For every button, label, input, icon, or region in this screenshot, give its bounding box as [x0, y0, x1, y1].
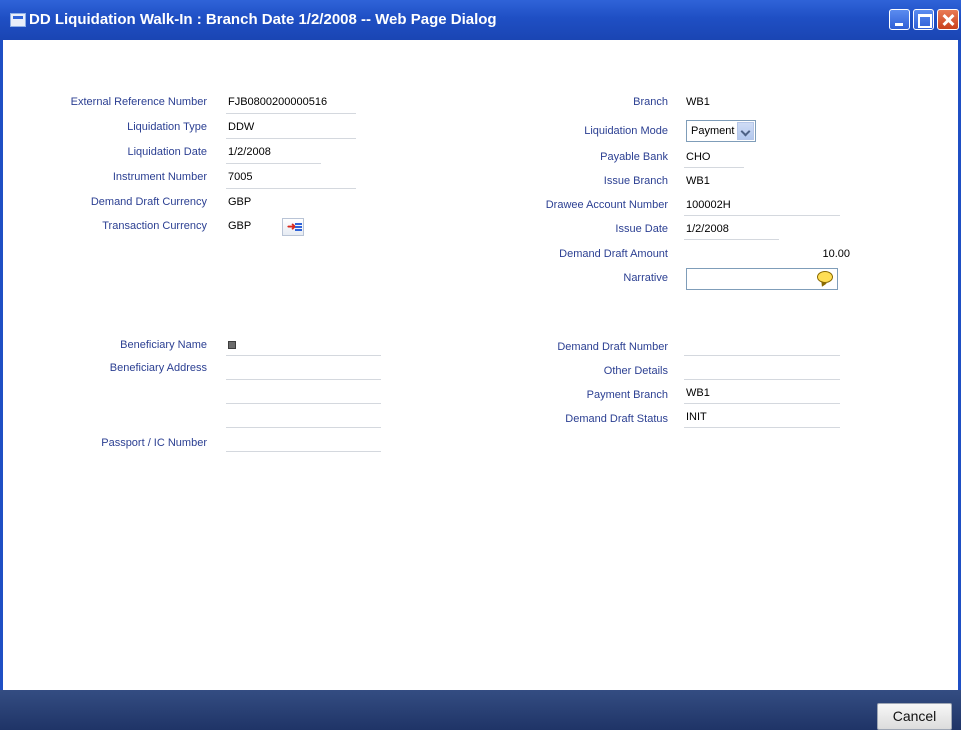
- other-details-label: Other Details: [603, 365, 668, 377]
- liquidation-date-field[interactable]: 1/2/2008: [226, 142, 321, 164]
- payable-bank-label: Payable Bank: [600, 151, 668, 163]
- beneficiary-address-label: Beneficiary Address: [109, 362, 207, 374]
- transaction-currency-field[interactable]: GBP: [226, 216, 278, 238]
- payable-bank-value: CHO: [686, 151, 711, 163]
- list-icon: [295, 223, 302, 225]
- external-reference-number-value: FJB0800200000516: [228, 96, 328, 108]
- branch-field: WB1: [684, 92, 744, 114]
- demand-draft-status-label: Demand Draft Status: [565, 413, 668, 425]
- liquidation-type-field[interactable]: DDW: [226, 117, 356, 139]
- liquidation-type-label: Liquidation Type: [127, 121, 207, 133]
- dialog-footer: [0, 690, 961, 730]
- chevron-down-icon[interactable]: [737, 122, 754, 140]
- demand-draft-amount-label: Demand Draft Amount: [559, 248, 668, 260]
- issue-date-label: Issue Date: [615, 223, 668, 235]
- narrative-label: Narrative: [623, 272, 668, 284]
- cancel-button[interactable]: Cancel: [877, 703, 952, 730]
- external-reference-number-label: External Reference Number: [70, 96, 207, 108]
- passport-ic-number-field[interactable]: [226, 430, 381, 452]
- external-reference-number-field[interactable]: FJB0800200000516: [226, 92, 356, 114]
- beneficiary-address-line-3[interactable]: [226, 406, 381, 428]
- transaction-currency-value: GBP: [228, 220, 252, 232]
- instrument-number-value: 7005: [228, 171, 253, 183]
- liquidation-mode-value: Payment: [691, 125, 735, 137]
- window-titlebar: DD Liquidation Walk-In : Branch Date 1/2…: [0, 0, 961, 40]
- transaction-currency-lov-button[interactable]: ➜: [282, 218, 304, 236]
- demand-draft-currency-field: GBP: [226, 192, 286, 214]
- instrument-number-field[interactable]: 7005: [226, 167, 356, 189]
- minimize-icon[interactable]: [889, 9, 910, 30]
- payable-bank-field[interactable]: CHO: [684, 146, 744, 168]
- window-title: DD Liquidation Walk-In : Branch Date 1/2…: [29, 11, 497, 28]
- branch-value: WB1: [686, 96, 710, 108]
- liquidation-mode-select[interactable]: Payment: [686, 120, 756, 142]
- beneficiary-name-label: Beneficiary Name: [120, 339, 207, 351]
- arrow-icon: ➜: [287, 221, 297, 233]
- issue-date-field[interactable]: 1/2/2008: [684, 218, 779, 240]
- close-icon[interactable]: [937, 9, 959, 30]
- payment-branch-value: WB1: [686, 387, 710, 399]
- drawee-account-number-label: Drawee Account Number: [545, 199, 668, 211]
- other-details-field[interactable]: [684, 358, 840, 380]
- branch-label: Branch: [633, 96, 668, 108]
- payment-branch-field[interactable]: WB1: [684, 382, 840, 404]
- liquidation-date-value: 1/2/2008: [228, 146, 271, 158]
- beneficiary-address-line-2[interactable]: [226, 382, 381, 404]
- liquidation-date-label: Liquidation Date: [127, 146, 207, 158]
- issue-date-value: 1/2/2008: [686, 223, 729, 235]
- demand-draft-currency-value: GBP: [228, 196, 252, 208]
- passport-ic-number-label: Passport / IC Number: [101, 437, 207, 449]
- demand-draft-currency-label: Demand Draft Currency: [90, 196, 207, 208]
- liquidation-type-value: DDW: [228, 121, 255, 133]
- liquidation-mode-label: Liquidation Mode: [584, 125, 668, 137]
- payment-branch-label: Payment Branch: [586, 389, 668, 401]
- instrument-number-label: Instrument Number: [112, 171, 207, 183]
- issue-branch-field: WB1: [684, 170, 744, 192]
- issue-branch-label: Issue Branch: [603, 175, 668, 187]
- issue-branch-value: WB1: [686, 175, 710, 187]
- beneficiary-address-line-1[interactable]: [226, 358, 381, 380]
- drawee-account-number-field[interactable]: 100002H: [684, 194, 840, 216]
- window-border-left: [0, 40, 3, 730]
- demand-draft-amount-value: 10.00: [822, 248, 850, 260]
- narrative-button[interactable]: [815, 271, 837, 287]
- window-icon: [10, 13, 26, 27]
- maximize-icon[interactable]: [913, 9, 934, 30]
- beneficiary-name-field[interactable]: [226, 334, 381, 356]
- demand-draft-status-value: INIT: [686, 411, 707, 423]
- demand-draft-number-field[interactable]: [684, 334, 840, 356]
- speech-bubble-icon: [817, 271, 833, 283]
- demand-draft-status-field[interactable]: INIT: [684, 406, 840, 428]
- demand-draft-number-label: Demand Draft Number: [557, 341, 668, 353]
- demand-draft-amount-field: 10.00: [684, 243, 850, 265]
- drawee-account-number-value: 100002H: [686, 199, 731, 211]
- transaction-currency-label: Transaction Currency: [102, 220, 207, 232]
